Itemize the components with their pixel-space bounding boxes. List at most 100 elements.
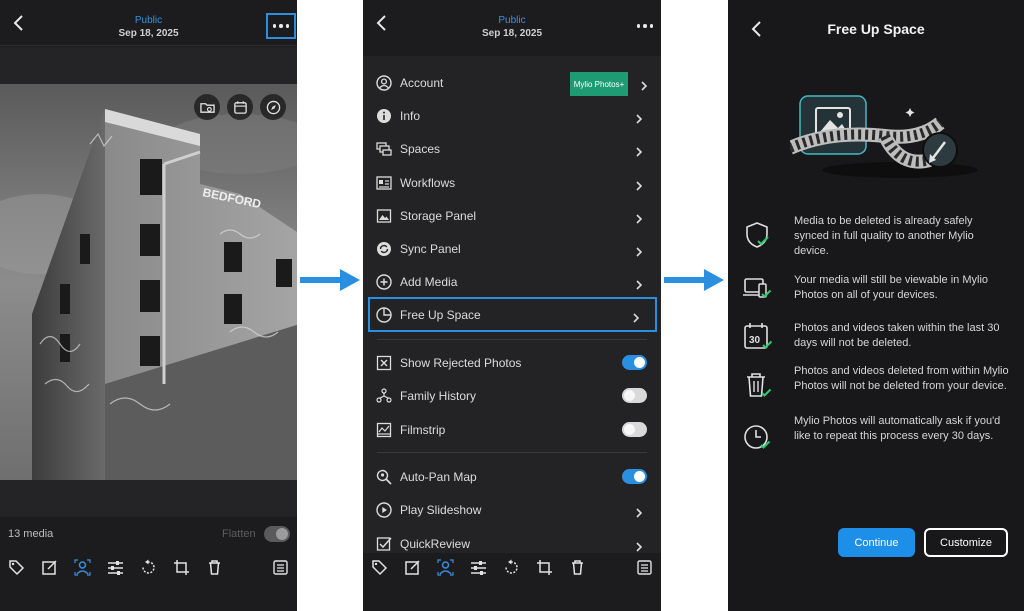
adjust-icon[interactable] <box>107 559 124 576</box>
flow-arrow-icon <box>664 269 724 291</box>
info-item-still-viewable: Your media will still be viewable in Myl… <box>742 273 1010 305</box>
menu-label: Spaces <box>400 141 441 156</box>
menu-divider <box>377 339 647 340</box>
more-dot <box>279 24 283 28</box>
info-item-deleted-within-app: Photos and videos deleted from within My… <box>742 364 1010 412</box>
flatten-label: Flatten <box>222 528 256 540</box>
menu-label: Family History <box>400 388 477 403</box>
menu-item-account[interactable]: Account Mylio Photos+ <box>363 66 661 99</box>
options-menu-screen: Public Sep 18, 2025 Account Mylio Photos… <box>363 0 661 611</box>
top-bar: Public Sep 18, 2025 <box>363 0 661 46</box>
spaces-icon <box>376 141 392 157</box>
media-count: 13 media <box>8 528 54 540</box>
menu-label: Free Up Space <box>400 307 481 322</box>
quickreview-icon <box>376 536 392 552</box>
page-title: Free Up Space <box>827 21 925 37</box>
menu-label: Info <box>400 108 421 123</box>
more-dots-icon <box>272 24 277 28</box>
menu-label: Filmstrip <box>400 422 446 437</box>
more-dot <box>643 24 647 28</box>
chevron-right-icon <box>634 111 644 124</box>
more-options-button[interactable] <box>266 13 296 39</box>
menu-item-spaces[interactable]: Spaces <box>363 132 661 165</box>
chevron-right-icon <box>639 78 649 91</box>
bottom-toolbar <box>0 552 297 582</box>
menu-label: Account <box>400 75 444 90</box>
menu-item-free-up-space[interactable]: Free Up Space <box>368 297 657 332</box>
info-item-repeat-every-30-days: Mylio Photos will automatically ask if y… <box>742 414 1010 462</box>
faces-icon[interactable] <box>437 559 454 576</box>
album-date: Sep 18, 2025 <box>481 28 543 39</box>
photo-viewer-screen: Public Sep 18, 2025 BEDFORD 13 media Fla… <box>0 0 297 611</box>
info-text: Your media will still be viewable in Myl… <box>794 274 989 301</box>
info-text: Media to be deleted is already safely sy… <box>794 215 974 257</box>
menu-item-info[interactable]: Info <box>363 99 661 132</box>
info-text: Photos and videos deleted from within My… <box>794 365 1009 392</box>
reject-icon <box>376 355 392 371</box>
trash-icon[interactable] <box>569 559 586 576</box>
add-icon <box>376 273 392 290</box>
crop-icon[interactable] <box>173 559 190 576</box>
info-panel-icon[interactable] <box>636 559 653 576</box>
play-icon <box>376 501 392 518</box>
menu-label: Sync Panel <box>400 241 461 256</box>
storage-icon <box>376 208 392 224</box>
more-options-button[interactable] <box>630 13 660 39</box>
menu-item-auto-pan-map[interactable]: Auto-Pan Map <box>363 460 661 493</box>
menu-item-play-slideshow[interactable]: Play Slideshow <box>363 493 661 526</box>
menu-item-sync-panel[interactable]: Sync Panel <box>363 232 661 265</box>
menu-item-filmstrip[interactable]: Filmstrip <box>363 413 661 446</box>
more-dot <box>649 24 654 28</box>
edit-icon[interactable] <box>41 559 58 576</box>
filmstrip-switch[interactable] <box>622 422 647 437</box>
sync-icon <box>376 241 392 257</box>
menu-top-edge <box>363 46 661 56</box>
chevron-right-icon <box>634 211 644 224</box>
menu-label: Auto-Pan Map <box>400 469 477 484</box>
folder-icon[interactable] <box>194 94 220 120</box>
auto-pan-map-switch[interactable] <box>622 469 647 484</box>
crop-icon[interactable] <box>536 559 553 576</box>
menu-label: Show Rejected Photos <box>400 355 522 370</box>
album-title: Public <box>498 15 526 26</box>
chevron-right-icon <box>634 539 644 552</box>
menu-item-storage-panel[interactable]: Storage Panel <box>363 199 661 232</box>
plan-badge: Mylio Photos+ <box>570 72 628 96</box>
trash-icon[interactable] <box>206 559 223 576</box>
tag-icon[interactable] <box>8 559 25 576</box>
menu-divider <box>377 452 647 453</box>
account-icon <box>376 74 392 91</box>
chevron-right-icon <box>634 144 644 157</box>
menu-label: Workflows <box>400 175 456 190</box>
chevron-right-icon <box>634 505 644 518</box>
tag-icon[interactable] <box>371 559 388 576</box>
edit-icon[interactable] <box>404 559 421 576</box>
free-up-space-screen: Free Up Space Media to be deleted is alr… <box>728 0 1024 611</box>
flow-arrow-icon <box>300 269 360 291</box>
rejected-photos-switch[interactable] <box>622 355 647 370</box>
rotate-icon[interactable] <box>503 559 520 576</box>
info-item-safely-synced: Media to be deleted is already safely sy… <box>742 214 1010 262</box>
calendar-icon[interactable] <box>227 94 253 120</box>
stage: Public Sep 18, 2025 BEDFORD 13 media Fla… <box>0 0 1024 611</box>
map-search-icon <box>376 469 392 485</box>
info-text: Mylio Photos will automatically ask if y… <box>794 415 1001 442</box>
sub-header-strip <box>0 47 297 84</box>
flatten-toggle[interactable] <box>264 526 290 542</box>
album-title: Public <box>134 15 163 26</box>
menu-item-show-rejected-photos[interactable]: Show Rejected Photos <box>363 346 661 379</box>
adjust-icon[interactable] <box>470 559 487 576</box>
customize-button[interactable]: Customize <box>924 528 1008 557</box>
chevron-right-icon <box>634 244 644 257</box>
menu-item-family-history[interactable]: Family History <box>363 379 661 412</box>
continue-button[interactable]: Continue <box>838 528 915 557</box>
menu-item-workflows[interactable]: Workflows <box>363 166 661 199</box>
photo-building[interactable]: BEDFORD <box>0 84 297 480</box>
family-history-switch[interactable] <box>622 388 647 403</box>
info-panel-icon[interactable] <box>272 559 289 576</box>
compass-icon[interactable] <box>260 94 286 120</box>
calendar-30-icon: 30 <box>742 321 773 351</box>
rotate-icon[interactable] <box>140 559 157 576</box>
menu-item-add-media[interactable]: Add Media <box>363 265 661 298</box>
faces-icon[interactable] <box>74 559 91 576</box>
